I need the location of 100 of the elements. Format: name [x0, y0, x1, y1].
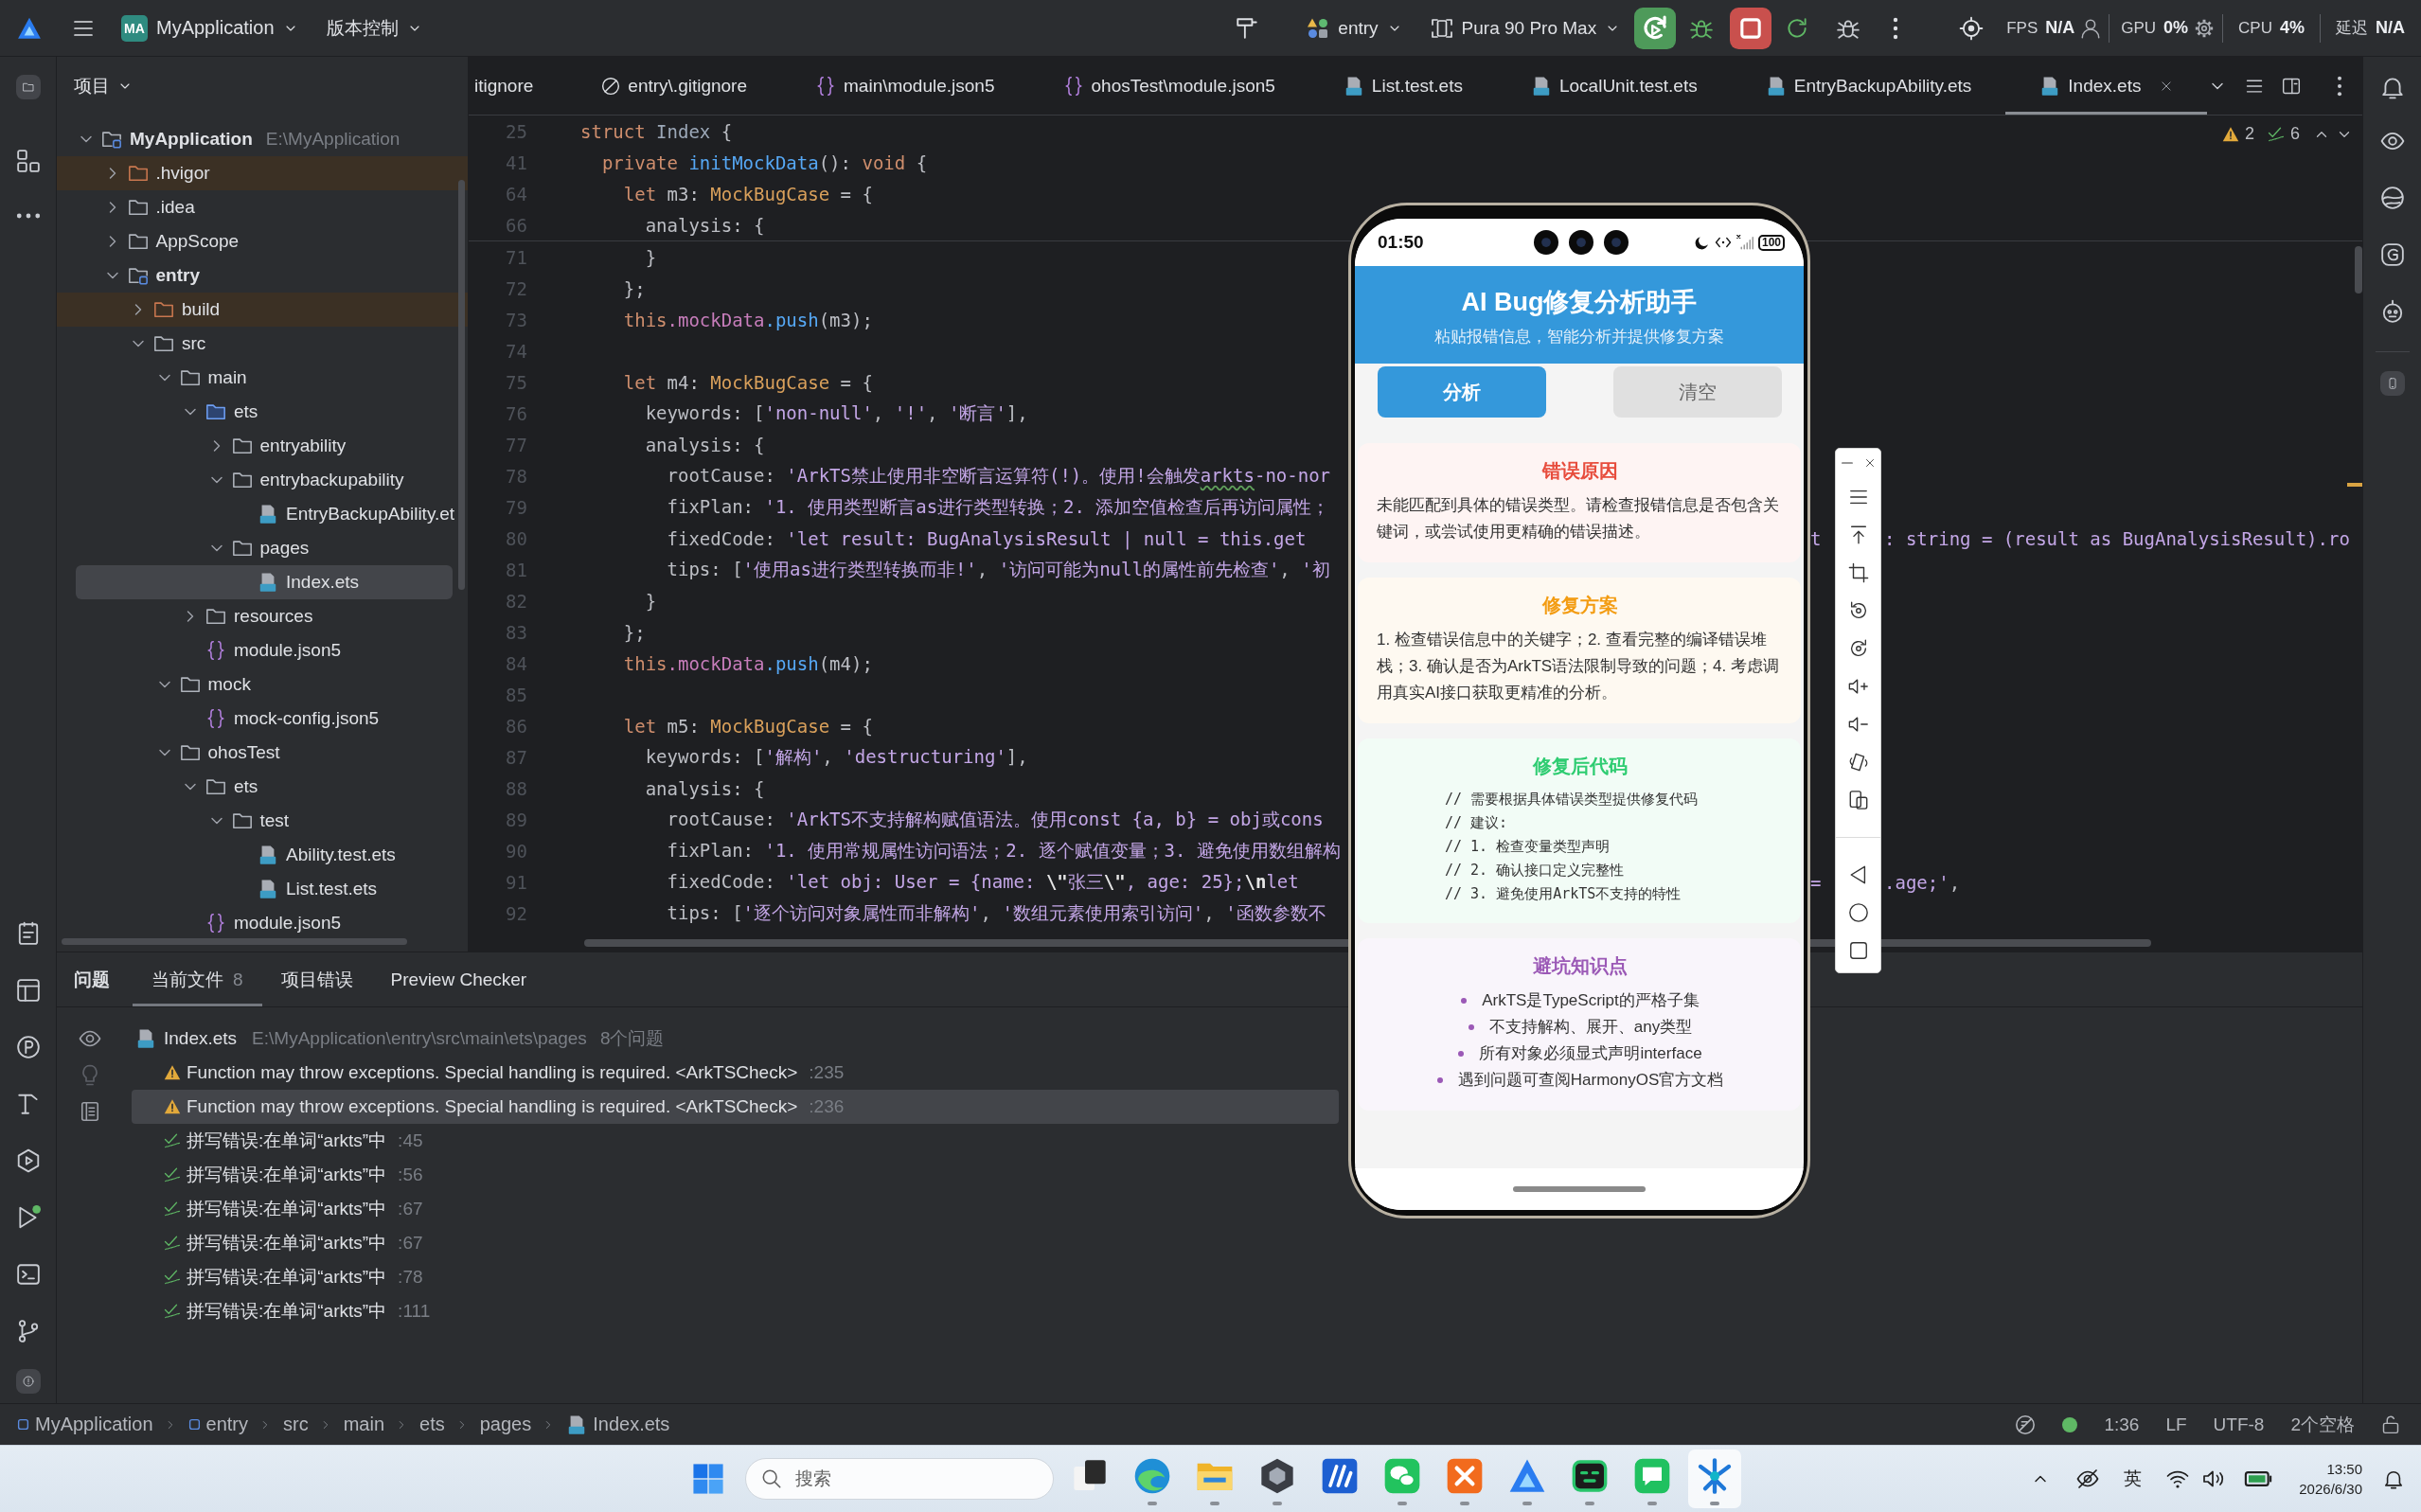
breadcrumb-item[interactable]: main — [343, 1414, 384, 1435]
scrollbar-thumb[interactable] — [62, 938, 407, 945]
fold-icon[interactable] — [1847, 790, 1869, 810]
breadcrumb-item[interactable]: ets — [419, 1414, 445, 1435]
close-icon[interactable] — [2160, 79, 2174, 93]
breadcrumb-item[interactable]: entry — [187, 1414, 248, 1435]
breadcrumb-item[interactable]: src — [283, 1414, 309, 1435]
circled-g-icon[interactable] — [2379, 242, 2405, 267]
project-selector[interactable]: MA MyApplication — [116, 10, 304, 45]
start-icon[interactable] — [692, 1463, 724, 1495]
module-selector[interactable]: entry — [1301, 12, 1408, 44]
editor-tab[interactable]: entry\.gitignore — [567, 57, 781, 115]
tree-item[interactable]: main — [57, 361, 468, 395]
problems-icon[interactable] — [15, 1369, 41, 1394]
scrollbar-thumb[interactable] — [458, 180, 465, 590]
minimize-icon[interactable] — [1841, 461, 1853, 465]
clear-button[interactable]: 清空 — [1613, 366, 1782, 418]
close-icon[interactable] — [1863, 457, 1876, 469]
tree-item[interactable]: module.json5 — [57, 906, 468, 940]
bell-icon[interactable] — [2379, 75, 2405, 99]
input-method[interactable]: 英 — [2124, 1467, 2143, 1491]
panel-tab[interactable]: 项目错误 — [261, 952, 372, 1006]
tree-item[interactable]: MyApplication E:\MyApplication — [57, 122, 468, 156]
tree-item[interactable]: Ability.test.ets — [57, 838, 468, 872]
editor-tab[interactable]: main\module.json5 — [781, 57, 1029, 115]
problem-item[interactable]: 拼写错误:在单词“arkts”中 :111 — [132, 1294, 1339, 1328]
tree-item[interactable]: .hvigor — [57, 156, 468, 190]
volume-down-icon[interactable] — [1847, 714, 1869, 735]
file-encoding[interactable]: UTF-8 — [2213, 1414, 2265, 1435]
breadcrumb-item[interactable]: Index.ets — [566, 1414, 670, 1435]
tree-item[interactable]: List.test.ets — [57, 872, 468, 906]
tree-item[interactable]: mock-config.json5 — [57, 702, 468, 736]
line-separator[interactable]: LF — [2165, 1414, 2187, 1435]
bell-icon[interactable] — [2383, 1468, 2404, 1489]
problem-item[interactable]: Function may throw exceptions. Special handling is required. <ArkTSCheck> :235 — [132, 1056, 1339, 1090]
tree-item[interactable]: pages — [57, 531, 468, 565]
tree-item[interactable]: test — [57, 804, 468, 838]
tree-item[interactable]: entryability — [57, 429, 468, 463]
breadcrumb-item[interactable]: pages — [479, 1414, 532, 1435]
folder-icon[interactable] — [15, 75, 41, 99]
breadcrumb-item[interactable]: MyApplication — [17, 1414, 153, 1435]
panel-tab[interactable]: 当前文件 8 — [133, 952, 262, 1006]
no-inspection-icon[interactable] — [2015, 1414, 2037, 1435]
tree-item[interactable]: EntryBackupAbility.et — [57, 497, 468, 531]
tree-item[interactable]: mock — [57, 667, 468, 702]
editor-tab[interactable]: EntryBackupAbility.ets — [1731, 57, 2006, 115]
terminal-icon[interactable] — [15, 1262, 41, 1287]
tree-item[interactable]: resources — [57, 599, 468, 633]
tree-item[interactable]: entrybackupability — [57, 463, 468, 497]
caret-position[interactable]: 1:36 — [2104, 1414, 2140, 1435]
globe-wave-icon[interactable] — [2379, 186, 2405, 210]
circled-p-icon[interactable] — [15, 1035, 41, 1059]
vcs-menu[interactable]: 版本控制 — [320, 11, 428, 44]
volume-up-icon[interactable] — [1847, 676, 1869, 697]
editor-tab[interactable]: Index.ets — [2005, 57, 2208, 115]
problem-item[interactable]: 拼写错误:在单词“arkts”中 :45 — [132, 1124, 1339, 1158]
problem-item[interactable]: 拼写错误:在单词“arkts”中 :67 — [132, 1226, 1339, 1260]
editor-tab[interactable]: LocalUnit.test.ets — [1496, 57, 1732, 115]
more-icon[interactable] — [1893, 16, 1899, 40]
editor-tab[interactable]: List.test.ets — [1308, 57, 1497, 115]
eye-off-icon[interactable] — [2076, 1468, 2100, 1490]
structure-icon[interactable] — [15, 149, 41, 173]
phone-icon[interactable] — [2379, 371, 2405, 396]
hexagon-play-icon[interactable] — [15, 1148, 41, 1173]
editor-tab[interactable]: ohosTest\module.json5 — [1028, 57, 1309, 115]
stop-icon[interactable] — [1730, 7, 1772, 49]
recents-icon[interactable] — [1847, 940, 1869, 961]
rerun-icon[interactable] — [1634, 7, 1677, 49]
clock-date[interactable]: 2026/6/30 — [2299, 1479, 2362, 1499]
problem-item[interactable]: Function may throw exceptions. Special handling is required. <ArkTSCheck> :236 — [132, 1090, 1339, 1124]
more-icon[interactable] — [2337, 75, 2342, 97]
tree-item[interactable]: ets — [57, 770, 468, 804]
problem-item[interactable]: 拼写错误:在单词“arkts”中 :78 — [132, 1260, 1339, 1294]
tree-item[interactable]: Index.ets — [76, 565, 453, 599]
tree-item[interactable]: module.json5 — [57, 633, 468, 667]
crosshair-icon[interactable] — [1959, 15, 1985, 41]
tree-item[interactable]: entry — [57, 258, 468, 293]
clock-time[interactable]: 13:50 — [2326, 1459, 2362, 1479]
panel-icon[interactable] — [80, 1101, 100, 1122]
tree-item[interactable]: .idea — [57, 190, 468, 224]
shake-icon[interactable] — [1847, 752, 1869, 773]
device-selector[interactable]: Pura 90 Pro Max — [1424, 12, 1627, 44]
search-field[interactable]: 搜索 — [745, 1458, 1054, 1500]
tree-item[interactable]: build — [57, 293, 468, 327]
hammer-icon[interactable] — [1235, 15, 1260, 41]
crop-icon[interactable] — [1847, 562, 1869, 583]
problem-item[interactable]: 拼写错误:在单词“arkts”中 :67 — [132, 1192, 1339, 1226]
tree-item[interactable]: src — [57, 327, 468, 361]
layout-icon[interactable] — [15, 978, 41, 1003]
scrollbar-thumb[interactable] — [2355, 246, 2362, 294]
project-view-selector[interactable]: 项目 — [68, 70, 138, 102]
tree-item[interactable]: AppScope — [57, 224, 468, 258]
problem-item[interactable]: 拼写错误:在单词“arkts”中 :56 — [132, 1158, 1339, 1192]
split-icon[interactable] — [2282, 76, 2301, 96]
editor-tab[interactable]: itignore — [469, 57, 568, 115]
tree-item[interactable]: ets — [57, 395, 468, 429]
lock-icon[interactable] — [2381, 1414, 2400, 1434]
home-icon[interactable] — [1847, 902, 1869, 923]
indent-setting[interactable]: 2个空格 — [2290, 1412, 2355, 1437]
panel-tab[interactable]: Preview Checker — [371, 952, 546, 1006]
